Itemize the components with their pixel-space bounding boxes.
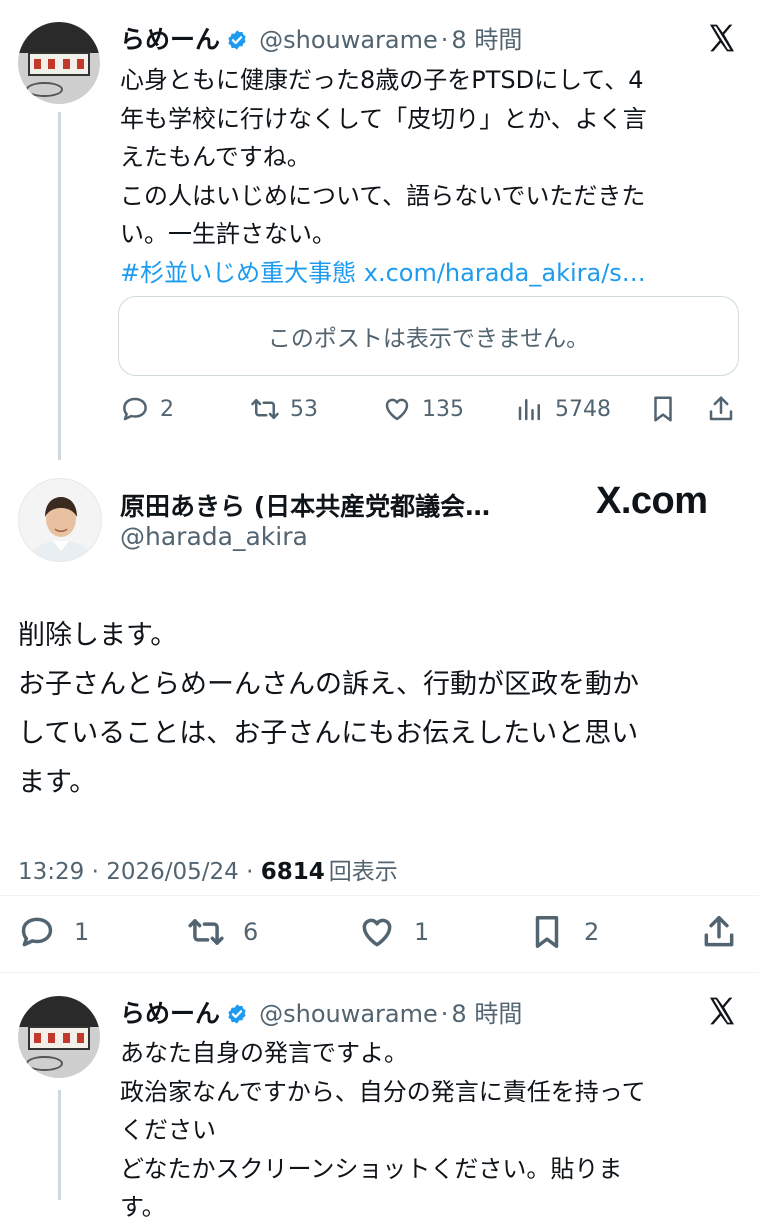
post-time[interactable]: 8 時間 [451, 1000, 522, 1028]
post-time[interactable]: 8 時間 [451, 26, 522, 54]
tweet-text-line: 政治家なんですから、自分の発言に責任を持って [120, 1077, 646, 1106]
main-view-count: 6814 [260, 859, 325, 885]
tweet-text-line: 年も学校に行けなくして「皮切り」とか、よく言 [120, 104, 647, 133]
avatar-harada-akira[interactable] [18, 478, 102, 562]
tweet-text-line: 削除します。 [18, 620, 178, 651]
heart-icon [362, 918, 392, 947]
reply-icon [123, 397, 147, 421]
share-icon [704, 916, 734, 947]
main-tweet-body: 削除します。 お子さんとらめーんさんの訴え、行動が区政を動か していることは、お… [18, 611, 743, 807]
bookmark-icon [535, 916, 559, 948]
reply-icon [21, 917, 53, 947]
bicycle-image [26, 81, 63, 98]
tweet3-header: らめーん @shouwarame · 8 時間 [120, 994, 522, 1030]
tweet-text-line: えたもんですね。 [120, 143, 311, 171]
url-link[interactable]: x.com/harada_akira/s… [364, 259, 646, 287]
display-name[interactable]: らめーん [120, 25, 220, 54]
handle[interactable]: @shouwarame [259, 1000, 438, 1028]
main-handle[interactable]: @harada_akira [120, 522, 308, 551]
repost-count: 6 [243, 918, 259, 946]
like-button[interactable]: 135 [382, 394, 464, 424]
repost-icon [188, 919, 224, 945]
tweet-text-line: ます。 [18, 767, 97, 798]
display-name[interactable]: らめーん [120, 999, 220, 1028]
main-reply-button[interactable]: 1 [18, 913, 89, 951]
divider [0, 895, 759, 896]
repost-count: 53 [290, 396, 318, 422]
shop-sign-image [27, 51, 91, 77]
tweet1-body: 心身ともに健康だった8歳の子をPTSDにして、4 年も学校に行けなくして「皮切り… [120, 61, 750, 292]
thread-line-top [58, 112, 61, 460]
share-button[interactable] [706, 394, 746, 424]
avatar-shouwarame[interactable] [18, 996, 100, 1078]
main-repost-button[interactable]: 6 [187, 913, 258, 951]
divider [0, 972, 759, 973]
tweet-text-line: す。 [120, 1193, 166, 1221]
shop-sign-image [27, 1025, 91, 1051]
main-like-button[interactable]: 1 [358, 913, 429, 951]
person-photo-image [19, 479, 101, 561]
quote-unavailable-box[interactable]: このポストは表示できません。 [118, 296, 739, 376]
timestamp[interactable]: 13:29 · 2026/05/24 · [18, 859, 261, 885]
tweet1-header: らめーん @shouwarame · 8 時間 [120, 20, 522, 56]
tweet-text-line: あなた自身の発言ですよ。 [120, 1039, 408, 1067]
share-icon [709, 396, 733, 421]
heart-icon [385, 398, 409, 421]
handle[interactable]: @shouwarame [259, 26, 438, 54]
repost-button[interactable]: 53 [250, 394, 318, 424]
reply-count: 2 [160, 396, 174, 422]
x-logo-icon [710, 24, 734, 52]
tweet-text-line: 心身ともに健康だった8歳の子をPTSDにして、4 [120, 66, 644, 94]
x-logo-icon [710, 997, 734, 1025]
view-label: 回表示 [328, 859, 398, 885]
hashtag-link[interactable]: #杉並いじめ重大事態 [120, 259, 356, 287]
separator-dot: · [440, 1000, 449, 1028]
main-share-button[interactable] [700, 913, 756, 951]
like-count: 1 [414, 918, 430, 946]
tweet-text-line: どなたかスクリーンショットください。貼りま [120, 1154, 623, 1183]
tweet-text-line: ください [120, 1116, 216, 1144]
views-chart-icon [518, 399, 540, 421]
tweet-text-line: この人はいじめについて、語らないでいただきた [120, 181, 646, 210]
view-count: 5748 [555, 396, 611, 422]
verified-badge-icon [228, 1004, 246, 1024]
quote-unavailable-text: このポストは表示できません。 [267, 326, 590, 352]
bookmark-count: 2 [584, 918, 600, 946]
avatar-shouwarame[interactable] [18, 22, 100, 104]
separator-dot: · [440, 26, 449, 54]
tweet-text-line: していることは、お子さんにもお伝えしたいと思い [18, 718, 639, 749]
repost-icon [251, 399, 279, 419]
bookmark-button[interactable] [648, 394, 688, 424]
verified-badge-icon [228, 30, 246, 50]
x-dot-com-brand: X.com [596, 480, 708, 523]
main-display-name[interactable]: 原田あきら (日本共産党都議会… [120, 487, 490, 523]
main-timestamp-row: 13:29 · 2026/05/24 · 6814 回表示 [18, 852, 398, 886]
reply-count: 1 [74, 918, 90, 946]
tweet3-body: あなた自身の発言ですよ。 政治家なんですから、自分の発言に責任を持って ください… [120, 1034, 750, 1227]
tweet-text-line: い。一生許さない。 [120, 220, 336, 248]
like-count: 135 [422, 396, 464, 422]
thread-line-bottom [58, 1090, 61, 1200]
bookmark-icon [654, 396, 672, 422]
bicycle-image [26, 1055, 63, 1072]
reply-button[interactable]: 2 [120, 394, 174, 424]
brand-label: X.com [596, 480, 708, 522]
tweet-text-line: お子さんとらめーんさんの訴え、行動が区政を動か [18, 669, 639, 700]
views-button[interactable]: 5748 [515, 394, 611, 424]
main-bookmark-button[interactable]: 2 [528, 913, 599, 951]
